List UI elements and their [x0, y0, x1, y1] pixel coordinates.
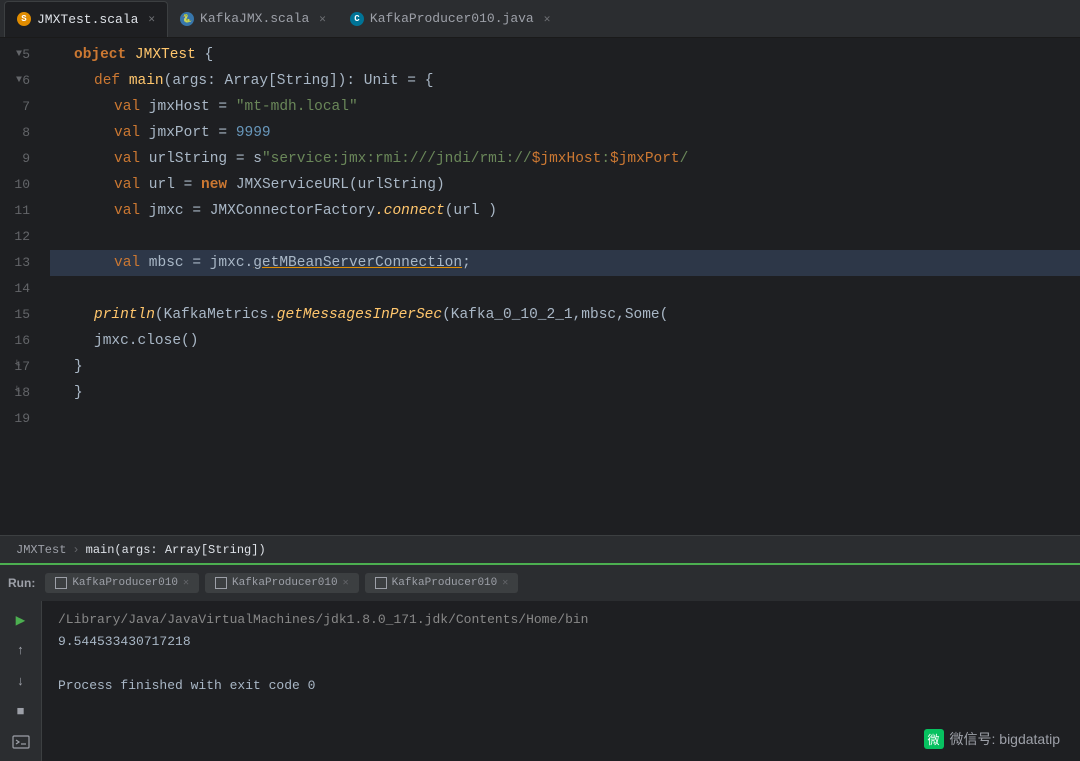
- code-line-17: }: [50, 354, 1080, 380]
- code-line-15: println(KafkaMetrics.getMessagesInPerSec…: [50, 302, 1080, 328]
- run-tabs-bar: Run: KafkaProducer010 ✕ KafkaProducer010…: [0, 565, 1080, 601]
- fold-icon-5: ▼: [16, 42, 22, 68]
- line-num-15: 15: [0, 302, 38, 328]
- run-content: ▶ ↑ ↓ ■ /Library/Java/JavaVirtualMachine…: [0, 601, 1080, 761]
- run-sidebar: ▶ ↑ ↓ ■: [0, 601, 42, 761]
- breadcrumb-separator: ›: [72, 543, 79, 557]
- code-line-19: [50, 406, 1080, 432]
- line-num-10: 10: [0, 172, 38, 198]
- code-line-9: val urlString = s"service:jmx:rmi:///jnd…: [50, 146, 1080, 172]
- run-tab-1[interactable]: KafkaProducer010 ✕: [45, 573, 199, 593]
- line-num-13: 13: [0, 250, 38, 276]
- tab-bar: S JMXTest.scala ✕ 🐍 KafkaJMX.scala ✕ C K…: [0, 0, 1080, 38]
- line-num-8: 8: [0, 120, 38, 146]
- tab-close-kafkaproducer[interactable]: ✕: [544, 12, 551, 26]
- run-tab-label-1: KafkaProducer010: [72, 577, 178, 589]
- line-num-7: 7: [0, 94, 38, 120]
- run-tab-close-2[interactable]: ✕: [343, 577, 349, 589]
- code-line-13: val mbsc = jmxc.getMBeanServerConnection…: [50, 250, 1080, 276]
- tab-icon-kafkaproducer: C: [350, 12, 364, 26]
- run-tab-icon-3: [375, 577, 387, 589]
- run-tab-label-2: KafkaProducer010: [232, 577, 338, 589]
- fold-icon-6: ▼: [16, 68, 22, 94]
- code-line-12: [50, 224, 1080, 250]
- code-container[interactable]: ▶ ▼ 5 ▶ ▼ 6 7 8 9 10 11 12 13 14 15 16 └…: [0, 38, 1080, 535]
- run-tab-3[interactable]: KafkaProducer010 ✕: [365, 573, 519, 593]
- line-num-5: ▶ ▼ 5: [0, 42, 38, 68]
- line-num-14: 14: [0, 276, 38, 302]
- code-line-8: val jmxPort = 9999: [50, 120, 1080, 146]
- run-tab-icon-1: [55, 577, 67, 589]
- line-num-19: 19: [0, 406, 38, 432]
- tab-icon-kafkajmx: 🐍: [180, 12, 194, 26]
- code-line-5: object JMXTest {: [50, 42, 1080, 68]
- line-numbers: ▶ ▼ 5 ▶ ▼ 6 7 8 9 10 11 12 13 14 15 16 └…: [0, 38, 50, 535]
- run-output-path: /Library/Java/JavaVirtualMachines/jdk1.8…: [58, 609, 1064, 631]
- tab-kafkajmx[interactable]: 🐍 KafkaJMX.scala ✕: [168, 1, 338, 37]
- run-stop-button[interactable]: ■: [7, 700, 35, 722]
- breadcrumb-current: main(args: Array[String]): [86, 543, 266, 557]
- run-tab-icon-2: [215, 577, 227, 589]
- wechat-icon: 微: [924, 729, 944, 749]
- line-num-17: └ 17: [0, 354, 38, 380]
- editor-area: ▶ ▼ 5 ▶ ▼ 6 7 8 9 10 11 12 13 14 15 16 └…: [0, 38, 1080, 563]
- code-line-11: val jmxc = JMXConnectorFactory.connect(u…: [50, 198, 1080, 224]
- run-output-value: 9.544533430717218: [58, 631, 1064, 653]
- line-num-9: 9: [0, 146, 38, 172]
- run-tab-close-1[interactable]: ✕: [183, 577, 189, 589]
- code-line-14: [50, 276, 1080, 302]
- tab-label-jmxtest: JMXTest.scala: [37, 12, 138, 27]
- line-num-16: 16: [0, 328, 38, 354]
- line-num-18: └ 18: [0, 380, 38, 406]
- line-num-12: 12: [0, 224, 38, 250]
- tab-close-kafkajmx[interactable]: ✕: [319, 12, 326, 26]
- code-line-10: val url = new JMXServiceURL(urlString): [50, 172, 1080, 198]
- run-tab-label-3: KafkaProducer010: [392, 577, 498, 589]
- run-label: Run:: [8, 576, 35, 590]
- watermark-text: 微信号: bigdatatip: [950, 729, 1061, 749]
- code-line-7: val jmxHost = "mt-mdh.local": [50, 94, 1080, 120]
- fold-icon-18: └: [14, 380, 20, 406]
- run-tab-2[interactable]: KafkaProducer010 ✕: [205, 573, 359, 593]
- code-line-18: }: [50, 380, 1080, 406]
- run-tab-close-3[interactable]: ✕: [502, 577, 508, 589]
- run-console-button[interactable]: [7, 731, 35, 753]
- tab-label-kafkaproducer: KafkaProducer010.java: [370, 11, 534, 26]
- code-line-6: def main(args: Array[String]): Unit = {: [50, 68, 1080, 94]
- tab-close-jmxtest[interactable]: ✕: [148, 12, 155, 26]
- run-up-button[interactable]: ↑: [7, 639, 35, 661]
- fold-icon-17: └: [14, 354, 20, 380]
- run-output: /Library/Java/JavaVirtualMachines/jdk1.8…: [42, 601, 1080, 761]
- run-output-empty: [58, 653, 1064, 675]
- tab-icon-jmxtest: S: [17, 12, 31, 26]
- breadcrumb-item-1: JMXTest: [16, 543, 66, 557]
- tab-kafkaproducer[interactable]: C KafkaProducer010.java ✕: [338, 1, 562, 37]
- breadcrumb-bar: JMXTest › main(args: Array[String]): [0, 535, 1080, 563]
- run-down-button[interactable]: ↓: [7, 670, 35, 692]
- run-play-button[interactable]: ▶: [7, 609, 35, 631]
- watermark: 微 微信号: bigdatatip: [924, 729, 1061, 749]
- run-panel: Run: KafkaProducer010 ✕ KafkaProducer010…: [0, 563, 1080, 761]
- tab-jmxtest[interactable]: S JMXTest.scala ✕: [4, 1, 168, 37]
- code-line-16: jmxc.close(): [50, 328, 1080, 354]
- code-lines[interactable]: object JMXTest { def main(args: Array[St…: [50, 38, 1080, 535]
- run-output-exit: Process finished with exit code 0: [58, 675, 1064, 697]
- line-num-11: 11: [0, 198, 38, 224]
- line-num-6: ▶ ▼ 6: [0, 68, 38, 94]
- tab-label-kafkajmx: KafkaJMX.scala: [200, 11, 309, 26]
